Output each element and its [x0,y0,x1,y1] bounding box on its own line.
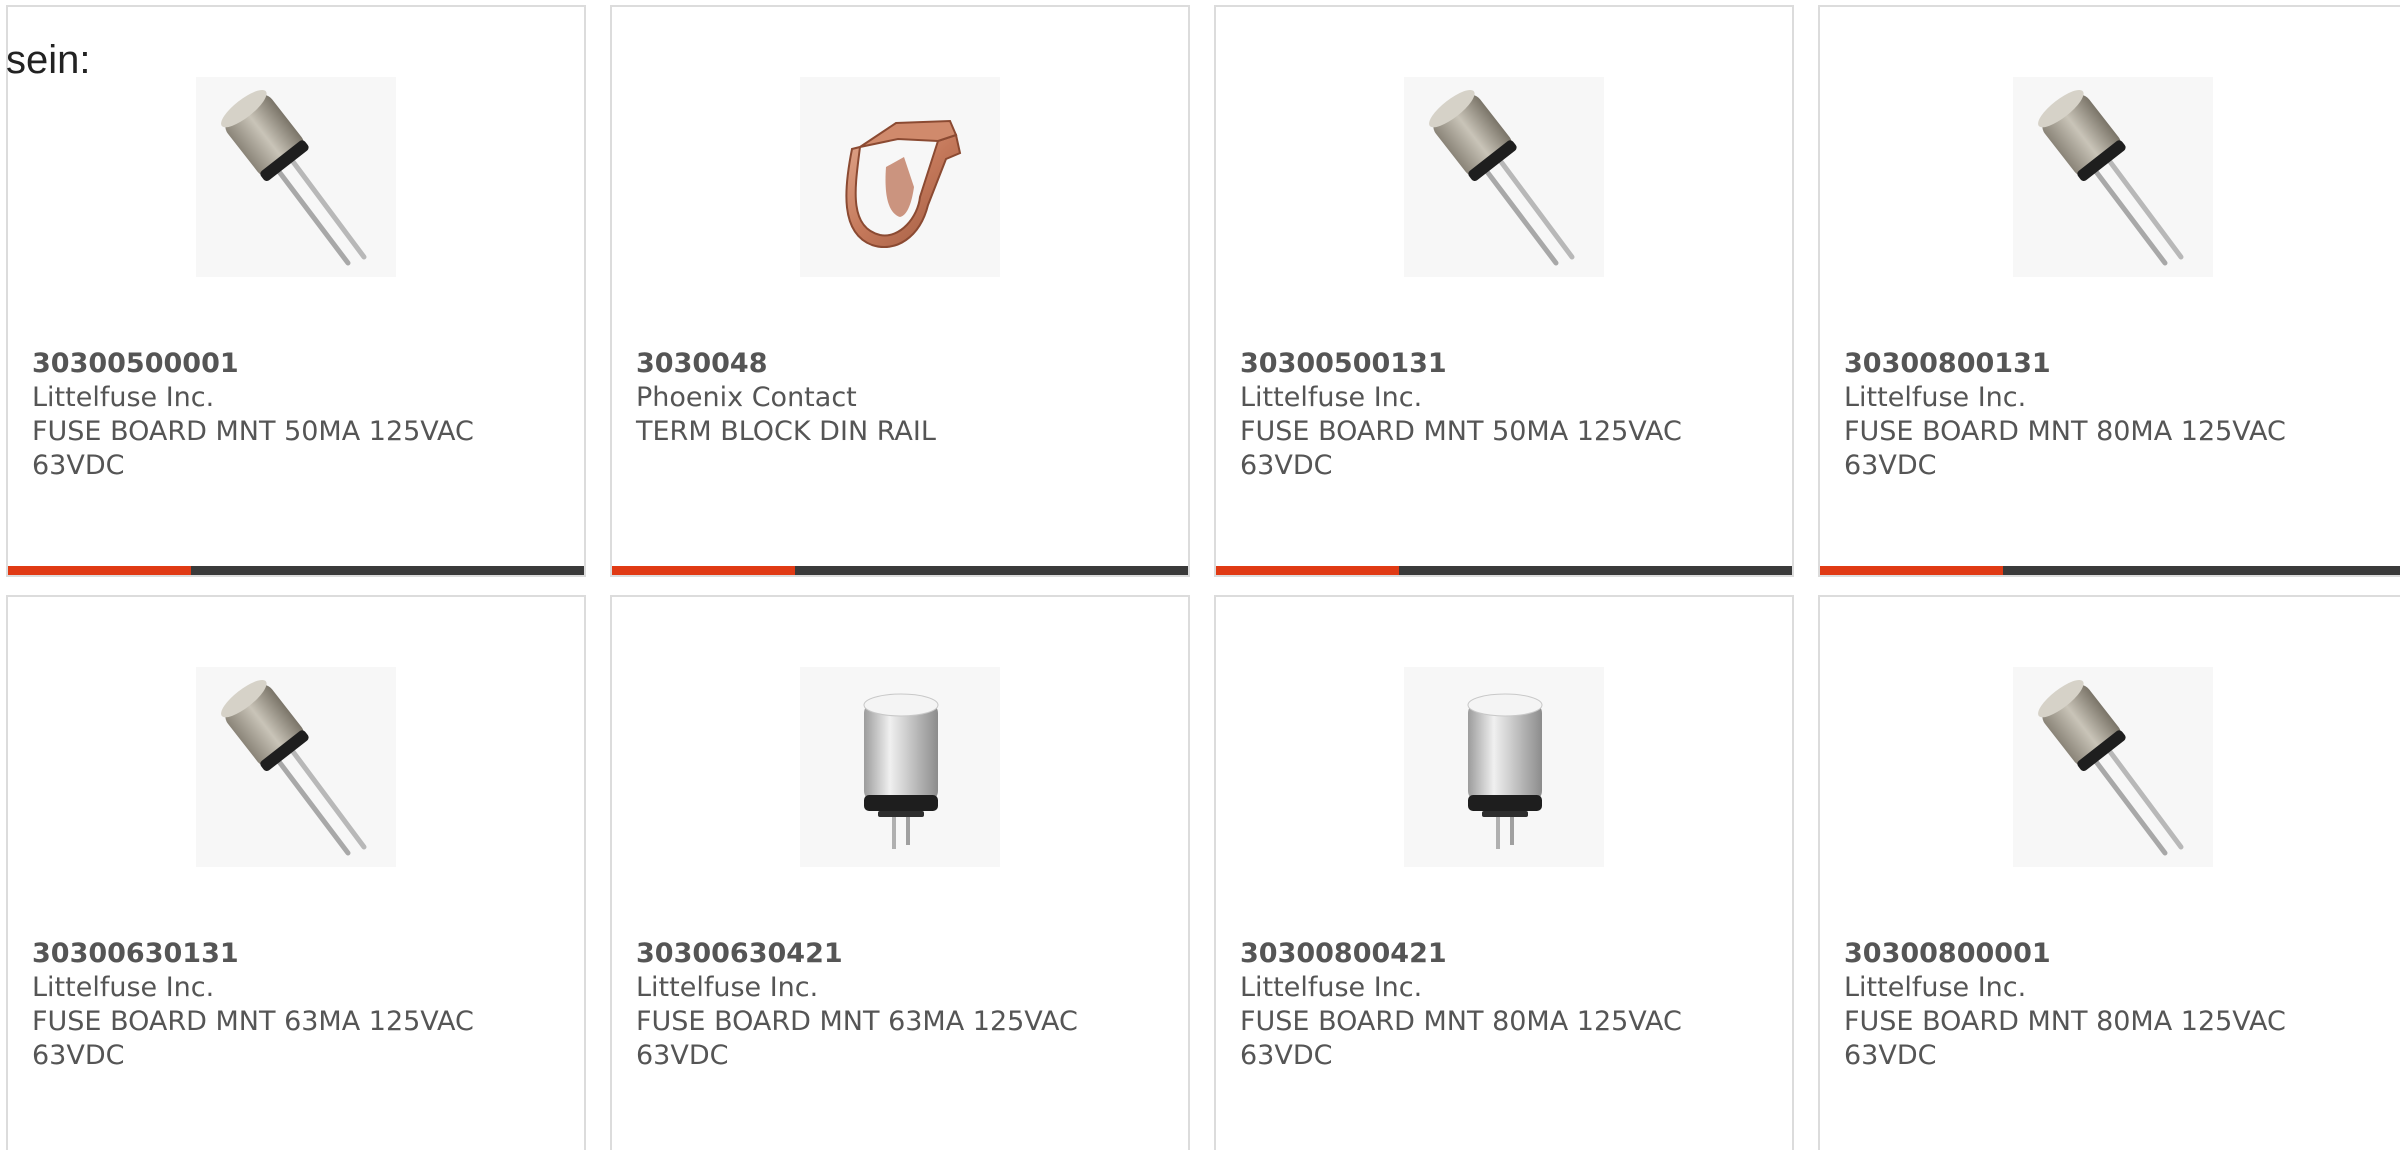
product-description: FUSE BOARD MNT 63MA 125VAC 63VDC [32,1006,474,1071]
manufacturer-name: Littelfuse Inc. [636,972,819,1003]
product-info: 30300800131 Littelfuse Inc. FUSE BOARD M… [1844,347,2386,483]
part-number-link[interactable]: 30300630131 [32,937,564,971]
product-card[interactable]: 30300500001 Littelfuse Inc. FUSE BOARD M… [6,5,586,577]
manufacturer-name: Littelfuse Inc. [1844,972,2027,1003]
radial-fuse-angled-icon[interactable] [2013,77,2213,277]
manufacturer-name: Littelfuse Inc. [1844,382,2027,413]
part-number-link[interactable]: 30300630421 [636,937,1168,971]
product-description: FUSE BOARD MNT 80MA 125VAC 63VDC [1240,1006,1682,1071]
product-description: FUSE BOARD MNT 50MA 125VAC 63VDC [1240,416,1682,481]
card-accent-bar [1216,566,1399,575]
radial-fuse-angled-icon[interactable] [2013,667,2213,867]
product-description: FUSE BOARD MNT 80MA 125VAC 63VDC [1844,416,2286,481]
card-footer-bar [1820,566,2400,575]
card-accent-bar [612,566,795,575]
card-footer-bar [8,566,584,575]
manufacturer-name: Littelfuse Inc. [1240,382,1423,413]
product-info: 30300800421 Littelfuse Inc. FUSE BOARD M… [1240,937,1772,1073]
product-description: TERM BLOCK DIN RAIL [636,416,936,447]
product-card[interactable]: 3030048 Phoenix Contact TERM BLOCK DIN R… [610,5,1190,577]
product-info: 3030048 Phoenix Contact TERM BLOCK DIN R… [636,347,1168,449]
product-info: 30300630131 Littelfuse Inc. FUSE BOARD M… [32,937,564,1073]
product-card[interactable]: 30300500131 Littelfuse Inc. FUSE BOARD M… [1214,5,1794,577]
manufacturer-name: Littelfuse Inc. [32,972,215,1003]
product-card[interactable]: 30300800131 Littelfuse Inc. FUSE BOARD M… [1818,5,2400,577]
part-number-link[interactable]: 30300800001 [1844,937,2386,971]
product-info: 30300500001 Littelfuse Inc. FUSE BOARD M… [32,347,564,483]
radial-fuse-upright-icon[interactable] [1404,667,1604,867]
product-card[interactable]: 30300630421 Littelfuse Inc. FUSE BOARD M… [610,595,1190,1150]
product-info: 30300800001 Littelfuse Inc. FUSE BOARD M… [1844,937,2386,1073]
product-card[interactable]: 30300800421 Littelfuse Inc. FUSE BOARD M… [1214,595,1794,1150]
card-accent-bar [8,566,191,575]
manufacturer-name: Phoenix Contact [636,382,857,413]
manufacturer-name: Littelfuse Inc. [32,382,215,413]
product-description: FUSE BOARD MNT 50MA 125VAC 63VDC [32,416,474,481]
part-number-link[interactable]: 30300800131 [1844,347,2386,381]
product-info: 30300630421 Littelfuse Inc. FUSE BOARD M… [636,937,1168,1073]
lead-text: sein: [6,38,91,82]
copper-clip-icon[interactable] [800,77,1000,277]
radial-fuse-angled-icon[interactable] [1404,77,1604,277]
part-number-link[interactable]: 30300800421 [1240,937,1772,971]
radial-fuse-upright-icon[interactable] [800,667,1000,867]
radial-fuse-angled-icon[interactable] [196,77,396,277]
product-description: FUSE BOARD MNT 63MA 125VAC 63VDC [636,1006,1078,1071]
radial-fuse-angled-icon[interactable] [196,667,396,867]
product-card[interactable]: 30300800001 Littelfuse Inc. FUSE BOARD M… [1818,595,2400,1150]
part-number-link[interactable]: 30300500131 [1240,347,1772,381]
card-footer-bar [612,566,1188,575]
card-accent-bar [1820,566,2003,575]
product-grid: 30300500001 Littelfuse Inc. FUSE BOARD M… [6,5,2400,1150]
product-card[interactable]: 30300630131 Littelfuse Inc. FUSE BOARD M… [6,595,586,1150]
part-number-link[interactable]: 3030048 [636,347,1168,381]
part-number-link[interactable]: 30300500001 [32,347,564,381]
product-info: 30300500131 Littelfuse Inc. FUSE BOARD M… [1240,347,1772,483]
manufacturer-name: Littelfuse Inc. [1240,972,1423,1003]
product-description: FUSE BOARD MNT 80MA 125VAC 63VDC [1844,1006,2286,1071]
card-footer-bar [1216,566,1792,575]
